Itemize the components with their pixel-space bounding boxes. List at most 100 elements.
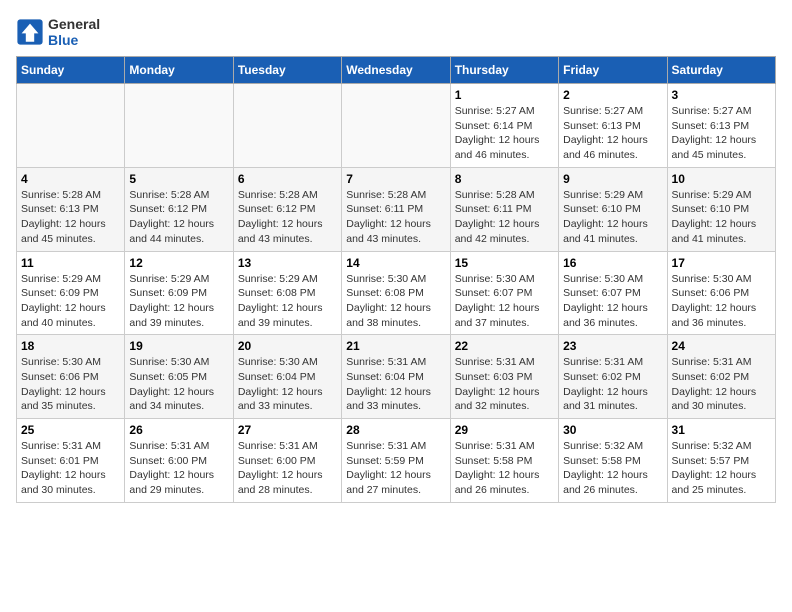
- calendar-day-cell: 12 Sunrise: 5:29 AMSunset: 6:09 PMDayligh…: [125, 251, 233, 335]
- calendar-day-cell: 7 Sunrise: 5:28 AMSunset: 6:11 PMDaylight…: [342, 167, 450, 251]
- day-info: Sunrise: 5:32 AMSunset: 5:58 PMDaylight:…: [563, 439, 662, 498]
- day-info: Sunrise: 5:28 AMSunset: 6:12 PMDaylight:…: [129, 188, 228, 247]
- day-info: Sunrise: 5:29 AMSunset: 6:09 PMDaylight:…: [21, 272, 120, 331]
- calendar-day-cell: 19 Sunrise: 5:30 AMSunset: 6:05 PMDayligh…: [125, 335, 233, 419]
- day-info: Sunrise: 5:27 AMSunset: 6:14 PMDaylight:…: [455, 104, 554, 163]
- calendar-day-cell: 24Sunrise: 5:31 AMSunset: 6:02 PMDayligh…: [667, 335, 775, 419]
- day-info: Sunrise: 5:29 AMSunset: 6:08 PMDaylight:…: [238, 272, 337, 331]
- calendar-day-cell: 1 Sunrise: 5:27 AMSunset: 6:14 PMDaylight…: [450, 84, 558, 168]
- day-info: Sunrise: 5:29 AMSunset: 6:09 PMDaylight:…: [129, 272, 228, 331]
- calendar-week-row: 4 Sunrise: 5:28 AMSunset: 6:13 PMDaylight…: [17, 167, 776, 251]
- day-number: 1: [455, 88, 554, 102]
- calendar-day-cell: 21 Sunrise: 5:31 AMSunset: 6:04 PMDayligh…: [342, 335, 450, 419]
- calendar-header-row: SundayMondayTuesdayWednesdayThursdayFrid…: [17, 57, 776, 84]
- day-info: Sunrise: 5:27 AMSunset: 6:13 PMDaylight:…: [672, 104, 771, 163]
- day-number: 25: [21, 423, 120, 437]
- day-of-week-header: Tuesday: [233, 57, 341, 84]
- calendar-day-cell: 30 Sunrise: 5:32 AMSunset: 5:58 PMDayligh…: [559, 419, 667, 503]
- calendar-day-cell: [125, 84, 233, 168]
- day-number: 17: [672, 256, 771, 270]
- calendar-day-cell: 6Sunrise: 5:28 AMSunset: 6:12 PMDaylight…: [233, 167, 341, 251]
- day-number: 5: [129, 172, 228, 186]
- calendar-week-row: 11 Sunrise: 5:29 AMSunset: 6:09 PMDayligh…: [17, 251, 776, 335]
- calendar-day-cell: 23 Sunrise: 5:31 AMSunset: 6:02 PMDayligh…: [559, 335, 667, 419]
- calendar-day-cell: 20 Sunrise: 5:30 AMSunset: 6:04 PMDayligh…: [233, 335, 341, 419]
- day-number: 23: [563, 339, 662, 353]
- day-number: 31: [672, 423, 771, 437]
- day-number: 19: [129, 339, 228, 353]
- calendar-day-cell: 25 Sunrise: 5:31 AMSunset: 6:01 PMDayligh…: [17, 419, 125, 503]
- calendar-table: SundayMondayTuesdayWednesdayThursdayFrid…: [16, 56, 776, 503]
- day-info: Sunrise: 5:31 AMSunset: 6:02 PMDaylight:…: [563, 355, 662, 414]
- calendar-day-cell: [17, 84, 125, 168]
- calendar-day-cell: 13 Sunrise: 5:29 AMSunset: 6:08 PMDayligh…: [233, 251, 341, 335]
- day-number: 7: [346, 172, 445, 186]
- day-of-week-header: Monday: [125, 57, 233, 84]
- day-number: 22: [455, 339, 554, 353]
- day-of-week-header: Saturday: [667, 57, 775, 84]
- day-info: Sunrise: 5:28 AMSunset: 6:11 PMDaylight:…: [455, 188, 554, 247]
- day-number: 15: [455, 256, 554, 270]
- day-of-week-header: Sunday: [17, 57, 125, 84]
- calendar-day-cell: 14 Sunrise: 5:30 AMSunset: 6:08 PMDayligh…: [342, 251, 450, 335]
- calendar-day-cell: 31 Sunrise: 5:32 AMSunset: 5:57 PMDayligh…: [667, 419, 775, 503]
- calendar-body: 1 Sunrise: 5:27 AMSunset: 6:14 PMDaylight…: [17, 84, 776, 503]
- day-number: 3: [672, 88, 771, 102]
- day-info: Sunrise: 5:30 AMSunset: 6:05 PMDaylight:…: [129, 355, 228, 414]
- day-info: Sunrise: 5:30 AMSunset: 6:04 PMDaylight:…: [238, 355, 337, 414]
- calendar-day-cell: 16 Sunrise: 5:30 AMSunset: 6:07 PMDayligh…: [559, 251, 667, 335]
- day-number: 29: [455, 423, 554, 437]
- calendar-day-cell: 10Sunrise: 5:29 AMSunset: 6:10 PMDayligh…: [667, 167, 775, 251]
- day-number: 26: [129, 423, 228, 437]
- day-info: Sunrise: 5:28 AMSunset: 6:11 PMDaylight:…: [346, 188, 445, 247]
- calendar-day-cell: 15 Sunrise: 5:30 AMSunset: 6:07 PMDayligh…: [450, 251, 558, 335]
- calendar-week-row: 25 Sunrise: 5:31 AMSunset: 6:01 PMDayligh…: [17, 419, 776, 503]
- day-number: 30: [563, 423, 662, 437]
- day-info: Sunrise: 5:31 AMSunset: 6:01 PMDaylight:…: [21, 439, 120, 498]
- day-number: 6: [238, 172, 337, 186]
- day-number: 10: [672, 172, 771, 186]
- day-number: 13: [238, 256, 337, 270]
- day-number: 21: [346, 339, 445, 353]
- day-of-week-header: Thursday: [450, 57, 558, 84]
- calendar-day-cell: 9 Sunrise: 5:29 AMSunset: 6:10 PMDaylight…: [559, 167, 667, 251]
- calendar-day-cell: 5 Sunrise: 5:28 AMSunset: 6:12 PMDaylight…: [125, 167, 233, 251]
- day-info: Sunrise: 5:30 AMSunset: 6:07 PMDaylight:…: [563, 272, 662, 331]
- calendar-day-cell: 4 Sunrise: 5:28 AMSunset: 6:13 PMDaylight…: [17, 167, 125, 251]
- day-info: Sunrise: 5:27 AMSunset: 6:13 PMDaylight:…: [563, 104, 662, 163]
- day-info: Sunrise: 5:30 AMSunset: 6:07 PMDaylight:…: [455, 272, 554, 331]
- day-number: 9: [563, 172, 662, 186]
- calendar-day-cell: 3 Sunrise: 5:27 AMSunset: 6:13 PMDaylight…: [667, 84, 775, 168]
- logo-icon: [16, 18, 44, 46]
- calendar-day-cell: 11 Sunrise: 5:29 AMSunset: 6:09 PMDayligh…: [17, 251, 125, 335]
- calendar-day-cell: 18Sunrise: 5:30 AMSunset: 6:06 PMDayligh…: [17, 335, 125, 419]
- day-info: Sunrise: 5:32 AMSunset: 5:57 PMDaylight:…: [672, 439, 771, 498]
- calendar-day-cell: 2Sunrise: 5:27 AMSunset: 6:13 PMDaylight…: [559, 84, 667, 168]
- day-of-week-header: Wednesday: [342, 57, 450, 84]
- day-info: Sunrise: 5:29 AMSunset: 6:10 PMDaylight:…: [563, 188, 662, 247]
- day-info: Sunrise: 5:30 AMSunset: 6:06 PMDaylight:…: [672, 272, 771, 331]
- day-info: Sunrise: 5:28 AMSunset: 6:13 PMDaylight:…: [21, 188, 120, 247]
- logo-text: General Blue: [48, 16, 100, 48]
- calendar-week-row: 1 Sunrise: 5:27 AMSunset: 6:14 PMDaylight…: [17, 84, 776, 168]
- day-number: 12: [129, 256, 228, 270]
- day-info: Sunrise: 5:31 AMSunset: 5:58 PMDaylight:…: [455, 439, 554, 498]
- day-info: Sunrise: 5:31 AMSunset: 6:03 PMDaylight:…: [455, 355, 554, 414]
- day-of-week-header: Friday: [559, 57, 667, 84]
- day-info: Sunrise: 5:31 AMSunset: 6:04 PMDaylight:…: [346, 355, 445, 414]
- day-info: Sunrise: 5:31 AMSunset: 5:59 PMDaylight:…: [346, 439, 445, 498]
- day-number: 4: [21, 172, 120, 186]
- calendar-day-cell: 28 Sunrise: 5:31 AMSunset: 5:59 PMDayligh…: [342, 419, 450, 503]
- day-number: 28: [346, 423, 445, 437]
- day-number: 20: [238, 339, 337, 353]
- day-info: Sunrise: 5:31 AMSunset: 6:00 PMDaylight:…: [129, 439, 228, 498]
- day-number: 16: [563, 256, 662, 270]
- calendar-day-cell: 22 Sunrise: 5:31 AMSunset: 6:03 PMDayligh…: [450, 335, 558, 419]
- calendar-week-row: 18Sunrise: 5:30 AMSunset: 6:06 PMDayligh…: [17, 335, 776, 419]
- day-number: 14: [346, 256, 445, 270]
- page-header: General Blue: [16, 16, 776, 48]
- day-info: Sunrise: 5:30 AMSunset: 6:08 PMDaylight:…: [346, 272, 445, 331]
- day-number: 11: [21, 256, 120, 270]
- calendar-day-cell: [233, 84, 341, 168]
- calendar-day-cell: [342, 84, 450, 168]
